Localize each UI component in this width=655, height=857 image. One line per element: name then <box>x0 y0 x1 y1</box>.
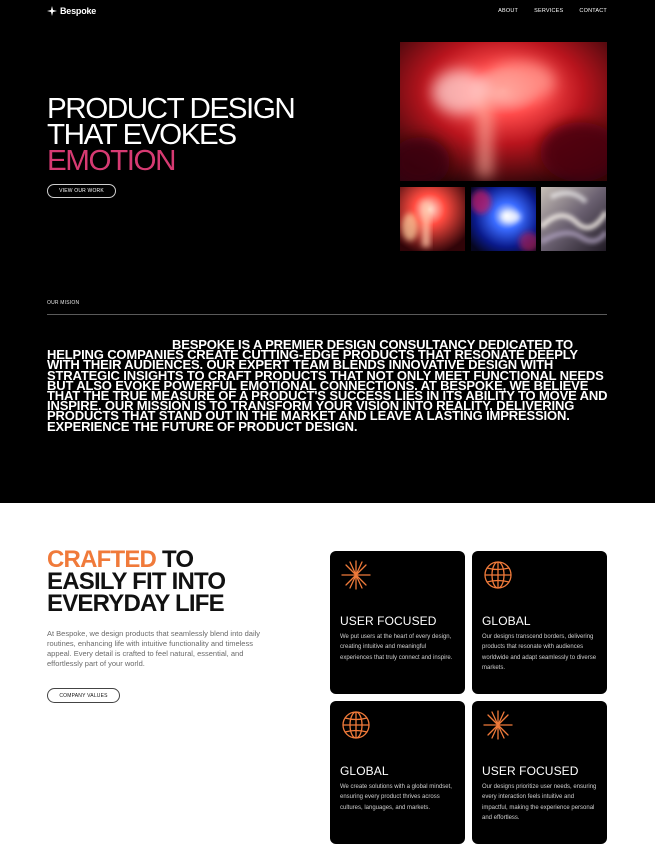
sparkle-logo-icon <box>47 6 57 16</box>
values-description: At Bespoke, we design products that seam… <box>47 629 261 668</box>
card-title: GLOBAL <box>340 764 389 778</box>
value-card-user-focused[interactable]: USER FOCUSED We put users at the heart o… <box>330 551 465 694</box>
logo-text: Bespoke <box>60 6 97 16</box>
company-values-button[interactable]: COMPANY VALUES <box>47 688 120 703</box>
logo[interactable]: Bespoke <box>47 6 96 16</box>
hero-thumbnail-3[interactable] <box>541 187 606 251</box>
value-card-global[interactable]: GLOBAL Our designs transcend borders, de… <box>472 551 607 694</box>
card-description: Our designs transcend borders, deliverin… <box>482 634 597 671</box>
hero-thumbnail-2[interactable] <box>471 187 536 251</box>
starburst-icon <box>340 559 372 591</box>
card-title: GLOBAL <box>482 614 531 628</box>
nav-link-services[interactable]: SERVICES <box>534 8 563 14</box>
card-description: We create solutions with a global mindse… <box>340 784 452 811</box>
nav-links: ABOUT SERVICES CONTACT <box>498 8 607 14</box>
hero-main-image <box>400 42 607 181</box>
card-description: We put users at the heart of every desig… <box>340 634 453 661</box>
card-description: Our designs prioritize user needs, ensur… <box>482 784 597 821</box>
card-title: USER FOCUSED <box>482 764 579 778</box>
value-card-user-focused-2[interactable]: USER FOCUSED Our designs prioritize user… <box>472 701 607 844</box>
mission-statement: Bespoke is a premier design consultancy … <box>47 337 608 434</box>
hero-thumbnail-1[interactable] <box>400 187 465 251</box>
value-card-global-2[interactable]: GLOBAL We create solutions with a global… <box>330 701 465 844</box>
top-nav: Bespoke ABOUT SERVICES CONTACT <box>0 0 655 24</box>
values-title: CRAFTED TO EASILY FIT INTO EVERYDAY LIFE <box>47 548 287 617</box>
mission-divider <box>47 314 607 315</box>
globe-icon <box>482 559 514 591</box>
view-our-work-button[interactable]: VIEW OUR WORK <box>47 184 116 198</box>
nav-link-contact[interactable]: CONTACT <box>579 8 607 14</box>
starburst-icon <box>482 709 514 741</box>
hero-title: PRODUCT DESIGN THAT EVOKES EMOTION <box>47 95 377 176</box>
mission-label: OUR MISION <box>47 300 80 306</box>
page: Bespoke ABOUT SERVICES CONTACT PRODUCT D… <box>0 0 655 857</box>
hero-title-accent: EMOTION <box>47 145 176 177</box>
globe-icon <box>340 709 372 741</box>
values-title-line-3: EVERYDAY LIFE <box>47 590 225 617</box>
nav-link-about[interactable]: ABOUT <box>498 8 518 14</box>
card-title: USER FOCUSED <box>340 614 437 628</box>
values-section: CRAFTED TO EASILY FIT INTO EVERYDAY LIFE… <box>0 503 655 857</box>
